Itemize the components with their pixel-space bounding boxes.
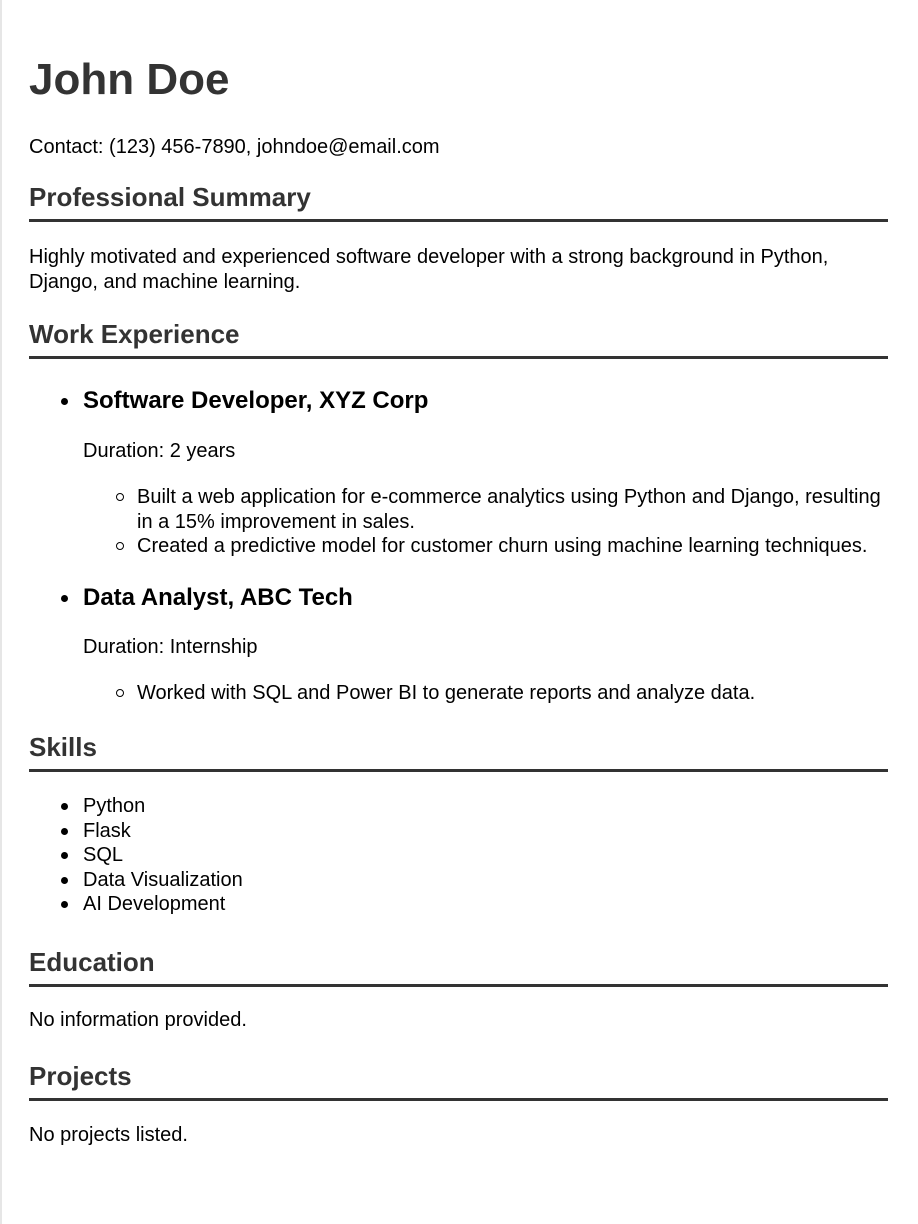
- skill-item: Data Visualization: [29, 868, 888, 893]
- task-text: Built a web application for e-commerce a…: [137, 486, 881, 533]
- summary-section: Professional Summary Highly motivated an…: [29, 182, 888, 295]
- page-border: [0, 0, 2, 1224]
- task-text: Created a predictive model for customer …: [137, 535, 868, 557]
- summary-text: Highly motivated and experienced softwar…: [29, 246, 829, 293]
- summary-heading: Professional Summary: [29, 182, 888, 222]
- skill-item: AI Development: [29, 892, 888, 917]
- skill-item: Flask: [29, 819, 888, 844]
- bullet-circle-icon: [116, 688, 124, 697]
- resume: John Doe Contact: (123) 456-7890, johndo…: [29, 0, 888, 1147]
- experience-heading: Work Experience: [29, 319, 888, 359]
- task-list: Worked with SQL and Power BI to generate…: [83, 681, 888, 706]
- bullet-disc-icon: [61, 852, 68, 859]
- education-section: Education No information provided.: [29, 947, 888, 1032]
- projects-section: Projects No projects listed.: [29, 1061, 888, 1147]
- bullet-disc-icon: [61, 398, 68, 405]
- job-duration: Duration: Internship: [83, 635, 258, 658]
- projects-text: No projects listed.: [29, 1123, 188, 1146]
- task-list: Built a web application for e-commerce a…: [83, 485, 888, 559]
- job-title: Software Developer, XYZ Corp: [83, 387, 429, 414]
- job-list: Software Developer, XYZ Corp Duration: 2…: [29, 387, 888, 705]
- job-item: Software Developer, XYZ Corp Duration: 2…: [29, 387, 888, 559]
- skill-item: SQL: [29, 843, 888, 868]
- list-item: Built a web application for e-commerce a…: [83, 485, 888, 534]
- job-title: Data Analyst, ABC Tech: [83, 583, 353, 611]
- skill-text: Data Visualization: [83, 868, 243, 891]
- bullet-circle-icon: [116, 493, 124, 501]
- candidate-name: John Doe: [29, 55, 230, 104]
- projects-heading: Projects: [29, 1061, 888, 1101]
- list-item: Created a predictive model for customer …: [83, 534, 888, 559]
- bullet-circle-icon: [116, 542, 124, 550]
- skill-text: SQL: [83, 844, 124, 866]
- skills-list: Python Flask SQL Data Visualization AI D…: [29, 794, 888, 917]
- job-item: Data Analyst, ABC Tech Duration: Interns…: [29, 584, 888, 706]
- education-heading: Education: [29, 947, 888, 987]
- bullet-disc-icon: [61, 594, 68, 602]
- skill-text: Python: [83, 795, 146, 817]
- skills-heading: Skills: [29, 732, 888, 772]
- bullet-disc-icon: [61, 803, 68, 810]
- list-item: Worked with SQL and Power BI to generate…: [83, 681, 888, 706]
- bullet-disc-icon: [61, 876, 68, 884]
- skill-item: Python: [29, 794, 888, 819]
- skill-text: Flask: [83, 819, 131, 842]
- task-text: Worked with SQL and Power BI to generate…: [137, 681, 756, 704]
- bullet-disc-icon: [61, 901, 68, 908]
- skills-section: Skills Python Flask SQL Data Visualizati…: [29, 732, 888, 917]
- skill-text: AI Development: [83, 893, 226, 915]
- bullet-disc-icon: [61, 827, 68, 835]
- experience-section: Work Experience Software Developer, XYZ …: [29, 319, 888, 705]
- job-duration: Duration: 2 years: [83, 440, 236, 462]
- contact-line: Contact: (123) 456-7890, johndoe@email.c…: [29, 136, 440, 158]
- education-text: No information provided.: [29, 1008, 247, 1031]
